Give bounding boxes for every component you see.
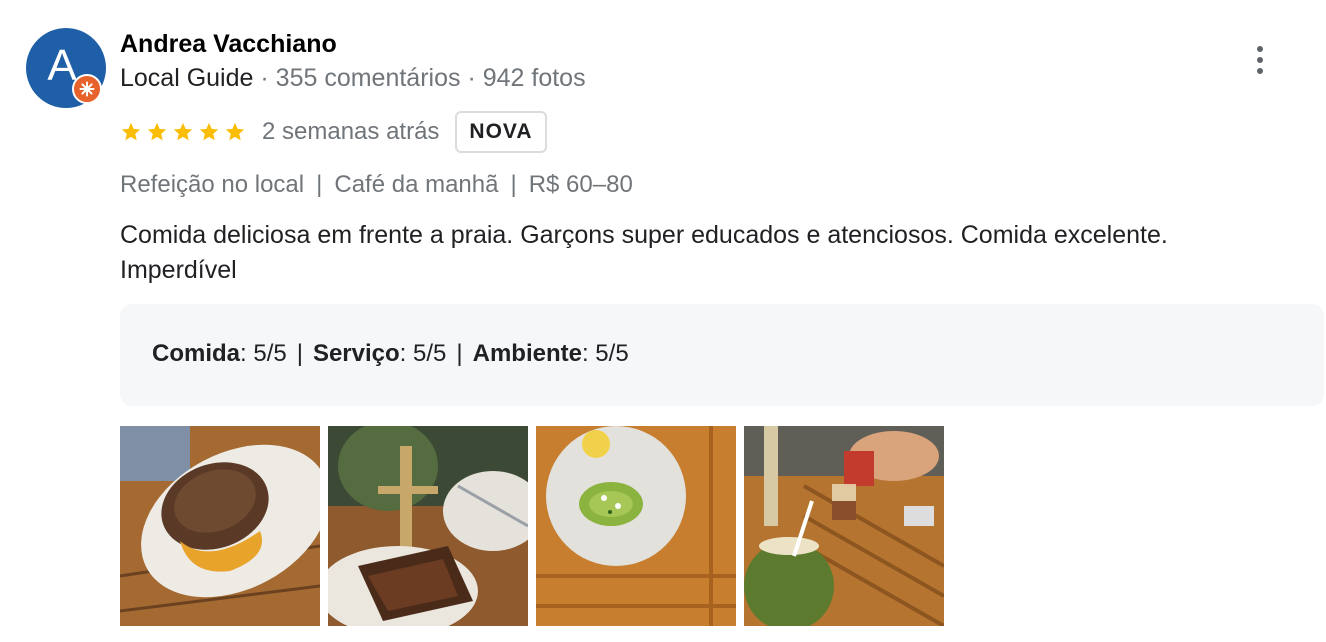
tag-separator: | — [510, 171, 517, 198]
meta-separator: · — [467, 64, 476, 92]
score-value-food: : 5/5 — [240, 340, 287, 367]
score-separator: | — [456, 340, 463, 367]
tag-separator: | — [316, 171, 323, 198]
score-value-service: : 5/5 — [399, 340, 447, 367]
review-count: 355 comentários — [275, 64, 461, 92]
more-vert-icon[interactable] — [1240, 38, 1280, 82]
score-separator: | — [296, 340, 303, 367]
reviewer-meta: Local Guide · 355 comentários · 942 foto… — [120, 64, 586, 93]
tag-price: R$ 60–80 — [528, 171, 633, 198]
score-label-service: Serviço — [312, 340, 400, 367]
star-icon — [147, 122, 167, 141]
tag-meal-type: Café da manhã — [334, 171, 499, 198]
local-guide-label: Local Guide — [120, 64, 254, 92]
attribute-scores-panel: Comida: 5/5 | Serviço: 5/5 | Ambiente: 5/5 — [120, 304, 1324, 406]
score-label-food: Comida — [152, 340, 241, 367]
review-time: 2 semanas atrás — [262, 118, 440, 145]
score-value-atmosphere: : 5/5 — [581, 340, 629, 367]
star-icon — [225, 122, 245, 141]
review-photo-coconut-drinks[interactable] — [744, 426, 944, 626]
review-photo-sandwich[interactable] — [328, 426, 528, 626]
review-photos — [120, 426, 944, 626]
local-guide-badge-icon — [72, 74, 102, 104]
meta-separator: · — [260, 64, 269, 92]
new-badge: NOVA — [455, 111, 547, 153]
star-icon — [121, 122, 141, 141]
review-text: Comida deliciosa em frente a praia. Garç… — [120, 218, 1250, 288]
review-photo-dessert[interactable] — [120, 426, 320, 626]
review-text-line: Comida deliciosa em frente a praia. Garç… — [120, 221, 1168, 249]
attribute-scores: Comida: 5/5 | Serviço: 5/5 | Ambiente: 5/5 — [152, 340, 629, 368]
tag-service-type: Refeição no local — [120, 171, 305, 198]
star-icon — [199, 122, 219, 141]
review-text-line: Imperdível — [120, 256, 237, 284]
reviewer-name[interactable]: Andrea Vacchiano — [120, 30, 337, 59]
rating-row: 2 semanas atrás NOVA — [120, 111, 547, 153]
photo-count: 942 fotos — [482, 64, 586, 92]
score-label-atmosphere: Ambiente — [472, 340, 582, 367]
star-rating — [120, 121, 246, 143]
visit-tags: Refeição no local | Café da manhã | R$ 60–80 — [120, 171, 633, 199]
review-photo-avocado-toast[interactable] — [536, 426, 736, 626]
star-icon — [173, 122, 193, 141]
